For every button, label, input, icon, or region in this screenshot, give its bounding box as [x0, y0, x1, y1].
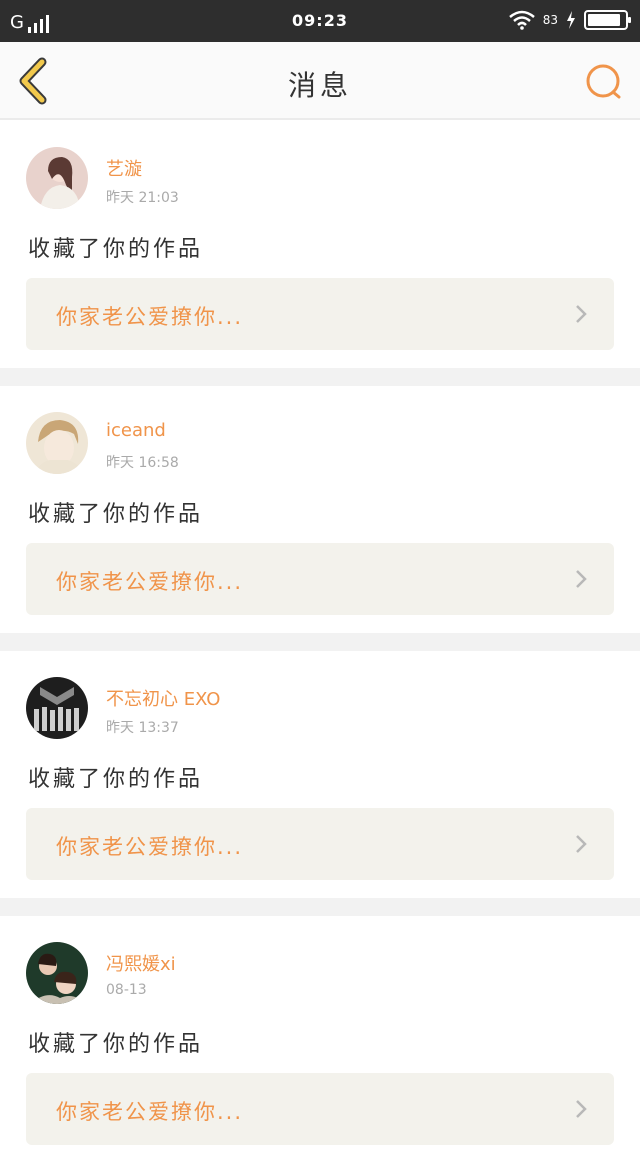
avatar[interactable] — [26, 942, 88, 1004]
chevron-right-icon — [576, 305, 587, 323]
chevron-right-icon — [576, 570, 587, 588]
wifi-icon — [508, 10, 535, 30]
message-card: iceand 昨天 16:58 收藏了你的作品 你家老公爱撩你... — [0, 386, 640, 633]
action-text: 收藏了你的作品 — [28, 1032, 204, 1057]
timestamp: 08-13 — [106, 982, 147, 998]
timestamp: 昨天 13:37 — [106, 720, 179, 736]
search-icon — [586, 64, 621, 99]
status-bar: G 09:23 83 — [0, 0, 640, 42]
battery-icon — [584, 10, 631, 30]
message-list: 艺漩 昨天 21:03 收藏了你的作品 你家老公爱撩你... iceand 昨天… — [0, 121, 640, 1163]
timestamp: 昨天 21:03 — [106, 190, 179, 206]
work-title: 你家老公爱撩你... — [56, 835, 244, 859]
message-card: 冯熙媛xi 08-13 收藏了你的作品 你家老公爱撩你... — [0, 916, 640, 1163]
chevron-left-icon — [19, 57, 47, 105]
username[interactable]: 不忘初心 EXO — [106, 685, 220, 711]
avatar[interactable] — [26, 412, 88, 474]
back-button[interactable] — [14, 56, 58, 106]
work-title: 你家老公爱撩你... — [56, 1100, 244, 1124]
search-button[interactable] — [582, 60, 626, 104]
work-link[interactable]: 你家老公爱撩你... — [26, 1073, 614, 1145]
work-link[interactable]: 你家老公爱撩你... — [26, 808, 614, 880]
work-title: 你家老公爱撩你... — [56, 305, 244, 329]
username[interactable]: 艺漩 — [106, 155, 142, 181]
battery-percent: 83 — [542, 13, 558, 27]
username[interactable]: iceand — [106, 420, 166, 441]
action-text: 收藏了你的作品 — [28, 767, 204, 792]
separator — [0, 633, 640, 651]
message-card: 不忘初心 EXO 昨天 13:37 收藏了你的作品 你家老公爱撩你... — [0, 651, 640, 898]
separator — [0, 368, 640, 386]
message-card: 艺漩 昨天 21:03 收藏了你的作品 你家老公爱撩你... — [0, 121, 640, 368]
chevron-right-icon — [576, 1100, 587, 1118]
action-text: 收藏了你的作品 — [28, 237, 204, 262]
avatar[interactable] — [26, 677, 88, 739]
charging-icon — [567, 11, 575, 29]
work-link[interactable]: 你家老公爱撩你... — [26, 278, 614, 350]
timestamp: 昨天 16:58 — [106, 455, 179, 471]
action-text: 收藏了你的作品 — [28, 502, 204, 527]
avatar[interactable] — [26, 147, 88, 209]
chevron-right-icon — [576, 835, 587, 853]
page-title: 消息 — [287, 69, 352, 102]
username[interactable]: 冯熙媛xi — [106, 950, 176, 976]
separator — [0, 898, 640, 916]
work-link[interactable]: 你家老公爱撩你... — [26, 543, 614, 615]
header-bar: 消息 — [0, 42, 640, 120]
work-title: 你家老公爱撩你... — [56, 570, 244, 594]
status-icons: 83 — [508, 10, 631, 30]
